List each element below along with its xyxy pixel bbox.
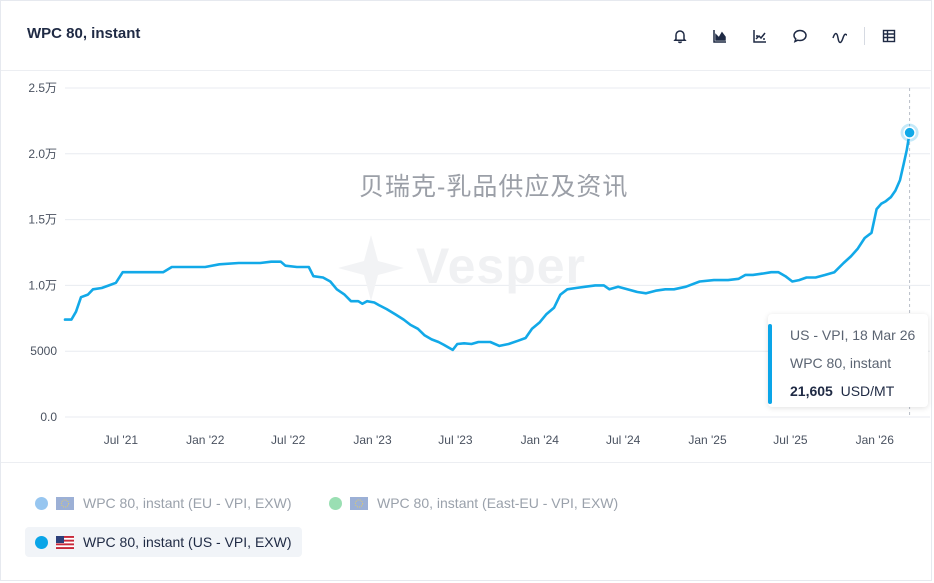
legend-item-eu[interactable]: WPC 80, instant (EU - VPI, EXW) [25, 488, 302, 518]
chart-title: WPC 80, instant [27, 25, 141, 42]
tooltip-product: WPC 80, instant [790, 355, 892, 371]
legend-item-east-eu[interactable]: WPC 80, instant (East-EU - VPI, EXW) [319, 488, 628, 518]
chart-toolbar [660, 23, 909, 49]
y-tick-label: 2.0万 [28, 147, 57, 161]
tooltip-series: US - VPI, 18 Mar 26 [790, 327, 916, 343]
legend-label: WPC 80, instant (US - VPI, EXW) [83, 534, 292, 550]
chart-header: WPC 80, instant [1, 1, 931, 71]
x-tick-label: Jul '21 [104, 433, 139, 447]
eu-flag-icon [350, 496, 368, 510]
wave-icon [832, 32, 848, 44]
trend-chart-button[interactable] [740, 23, 780, 49]
trend-chart-icon [753, 30, 766, 43]
legend-label: WPC 80, instant (East-EU - VPI, EXW) [377, 495, 619, 511]
y-tick-label: 1.5万 [28, 213, 57, 227]
chart-legend: WPC 80, instant (EU - VPI, EXW) WPC 80, … [1, 462, 931, 583]
x-tick-label: Jan '23 [353, 433, 392, 447]
alert-button[interactable] [660, 23, 700, 49]
highlight-point [903, 126, 916, 139]
watermark-text: 贝瑞克-乳品供应及资讯 [359, 173, 629, 201]
table-icon [882, 29, 896, 43]
y-tick-label: 1.0万 [28, 278, 57, 292]
legend-dot [35, 535, 48, 549]
x-tick-label: Jul '22 [271, 433, 306, 447]
smoothing-button[interactable] [820, 23, 860, 49]
y-tick-label: 2.5万 [28, 81, 57, 95]
eu-flag-icon [56, 496, 74, 510]
tooltip-unit: USD/MT [840, 383, 895, 399]
tooltip-value: 21,605 [790, 383, 833, 399]
table-view-button[interactable] [869, 23, 909, 49]
chart-card: WPC 80, instant 0.0 5000 1.0万 1.5万 2.0万 2.5万 [0, 0, 932, 581]
y-tick-label: 5000 [30, 344, 57, 358]
x-tick-label: Jan '24 [521, 433, 560, 447]
y-tick-label: 0.0 [40, 410, 57, 424]
us-flag-icon [56, 535, 74, 549]
legend-dot [329, 496, 342, 510]
area-chart-icon [713, 30, 726, 43]
bell-icon [673, 30, 687, 44]
watermark-brand: Vesper [416, 238, 587, 294]
data-tooltip: US - VPI, 18 Mar 26 WPC 80, instant 21,6… [768, 314, 928, 407]
toolbar-separator [864, 27, 865, 45]
legend-dot [35, 496, 48, 510]
x-tick-label: Jul '24 [606, 433, 641, 447]
x-tick-label: Jul '23 [438, 433, 473, 447]
comment-icon [793, 29, 807, 43]
legend-item-us[interactable]: WPC 80, instant (US - VPI, EXW) [25, 527, 302, 557]
area-chart-button[interactable] [700, 23, 740, 49]
x-tick-label: Jan '25 [688, 433, 727, 447]
comment-button[interactable] [780, 23, 820, 49]
tooltip-accent [768, 324, 772, 404]
x-tick-label: Jan '26 [856, 433, 895, 447]
x-tick-label: Jul '25 [773, 433, 808, 447]
star-logo-icon [338, 235, 404, 301]
tooltip-value-row: 21,605 USD/MT [790, 383, 894, 399]
x-tick-label: Jan '22 [186, 433, 225, 447]
legend-label: WPC 80, instant (EU - VPI, EXW) [83, 495, 292, 511]
